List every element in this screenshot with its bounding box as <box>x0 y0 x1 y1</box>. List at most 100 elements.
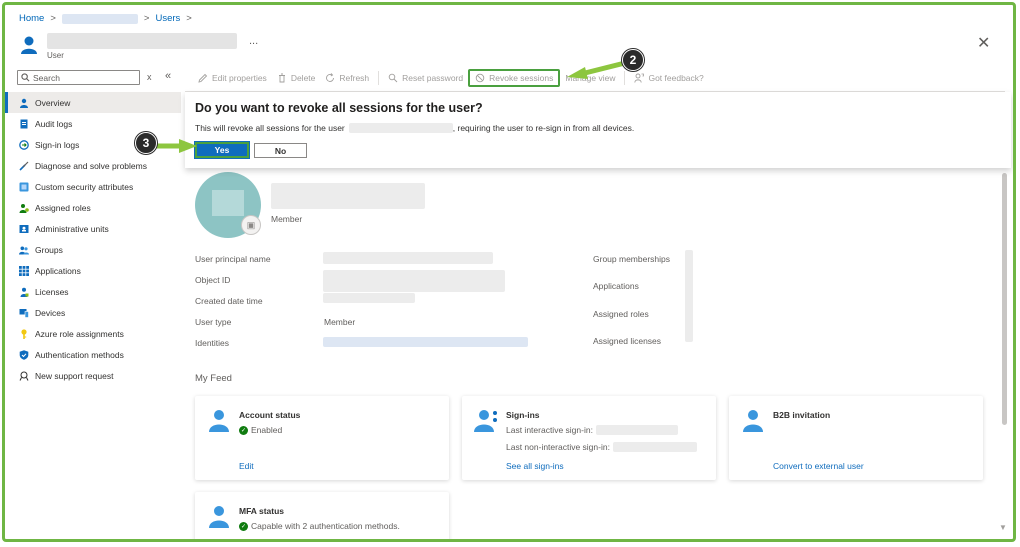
sidebar-item-label: Diagnose and solve problems <box>35 160 147 171</box>
breadcrumb-user-redacted[interactable] <box>61 13 138 24</box>
user-display-name-redacted <box>47 33 237 49</box>
camera-icon[interactable]: ▣ <box>241 215 261 235</box>
counts-redacted <box>685 250 693 342</box>
my-feed-title: My Feed <box>195 373 232 384</box>
sidebar-item-custom-security-attributes[interactable]: Custom security attributes <box>5 176 181 197</box>
breadcrumb-users[interactable]: Users <box>155 13 180 24</box>
feedback-label: Got feedback? <box>648 73 704 83</box>
dialog-message-suffix: , requiring the user to re-sign in from … <box>452 123 635 133</box>
screenshot-frame: Home > > Users > User ... ✕ Search x « O… <box>2 2 1016 542</box>
last-interactive-signin-redacted <box>595 425 678 435</box>
sidebar-item-overview[interactable]: Overview <box>5 92 181 113</box>
sidebar-item-audit-logs[interactable]: Audit logs <box>5 113 181 134</box>
sidebar-item-administrative-units[interactable]: Administrative units <box>5 218 181 239</box>
convert-external-user-link[interactable]: Convert to external user <box>773 461 864 471</box>
vertical-scrollbar[interactable] <box>1002 173 1007 425</box>
dialog-title: Do you want to revoke all sessions for t… <box>195 101 483 115</box>
sidebar-item-label: Applications <box>35 265 81 276</box>
step-badge-3: 3 <box>135 132 157 154</box>
sidebar-item-assigned-roles[interactable]: Assigned roles <box>5 197 181 218</box>
trash-icon <box>278 73 285 83</box>
sidebar-item-label: Groups <box>35 244 63 255</box>
applications-label: Applications <box>593 281 639 291</box>
reset-password-button[interactable]: Reset password <box>383 69 468 87</box>
search-input[interactable]: Search <box>17 70 140 85</box>
sidebar-item-licenses[interactable]: Licenses <box>5 281 181 302</box>
identities-label: Identities <box>195 338 230 348</box>
last-noninteractive-signin: Last non-interactive sign-in: <box>506 442 697 452</box>
block-icon <box>475 73 485 83</box>
sidebar-item-label: New support request <box>35 370 114 381</box>
roles-icon <box>19 203 29 213</box>
sidebar-item-label: Audit logs <box>35 118 73 129</box>
feedback-button[interactable]: Got feedback? <box>629 69 708 87</box>
sign-ins-title: Sign-ins <box>506 410 540 420</box>
mfa-status-line: ✓ Capable with 2 authentication methods. <box>239 521 400 531</box>
pencil-icon <box>198 73 208 83</box>
person-icon <box>743 410 763 432</box>
check-icon: ✓ <box>239 425 248 435</box>
sidebar-item-label: Administrative units <box>35 223 109 234</box>
command-bar: Edit properties Delete Refresh Reset pas… <box>193 69 709 87</box>
user-type-value: Member <box>324 317 356 327</box>
identities-value-redacted[interactable] <box>323 337 528 347</box>
sidebar-item-new-support-request[interactable]: New support request <box>5 365 181 386</box>
profile-user-type: Member <box>271 214 303 224</box>
admin-units-icon <box>19 224 29 233</box>
key-search-icon <box>388 73 398 83</box>
license-icon <box>20 287 29 297</box>
upn-value-redacted <box>323 252 493 264</box>
feedback-icon <box>634 73 645 83</box>
sidebar-item-applications[interactable]: Applications <box>5 260 181 281</box>
sidebar-item-label: Custom security attributes <box>35 181 134 192</box>
breadcrumb: Home > > Users > <box>19 13 192 24</box>
last-interactive-signin: Last interactive sign-in: <box>506 425 678 435</box>
devices-icon <box>19 308 29 318</box>
revoke-sessions-button[interactable]: Revoke sessions <box>468 69 561 87</box>
sidebar-item-authentication-methods[interactable]: Authentication methods <box>5 344 181 365</box>
dialog-message-prefix: This will revoke all sessions for the us… <box>195 123 345 133</box>
sidebar-item-diagnose[interactable]: Diagnose and solve problems <box>5 155 181 176</box>
no-button[interactable]: No <box>254 143 307 158</box>
person-icon <box>209 410 229 432</box>
support-icon <box>19 371 29 381</box>
clear-search-button[interactable]: x <box>147 72 152 82</box>
avatar-photo-placeholder <box>212 190 244 216</box>
revoke-sessions-label: Revoke sessions <box>489 73 554 83</box>
delete-button[interactable]: Delete <box>272 69 321 87</box>
attributes-icon <box>19 182 29 191</box>
sidebar-item-groups[interactable]: Groups <box>5 239 181 260</box>
delete-label: Delete <box>290 73 316 83</box>
more-options-button[interactable]: ... <box>249 35 258 47</box>
sidebar-item-label: Sign-in logs <box>35 139 80 150</box>
step-badge-2: 2 <box>622 49 644 71</box>
account-status-value: Enabled <box>251 425 283 435</box>
mfa-status-card: MFA status ✓ Capable with 2 authenticati… <box>195 492 449 539</box>
search-placeholder: Search <box>33 72 60 83</box>
scroll-down-arrow[interactable]: ▼ <box>999 523 1007 532</box>
edit-properties-button[interactable]: Edit properties <box>193 69 272 87</box>
page-subtitle: User <box>47 51 64 60</box>
wrench-icon <box>19 161 29 171</box>
audit-log-icon <box>20 119 28 128</box>
upn-label: User principal name <box>195 254 271 264</box>
collapse-sidebar-button[interactable]: « <box>165 70 171 82</box>
sidebar-item-devices[interactable]: Devices <box>5 302 181 323</box>
account-edit-link[interactable]: Edit <box>239 461 254 471</box>
sidebar-item-label: Overview <box>35 97 71 108</box>
breadcrumb-home[interactable]: Home <box>19 13 44 24</box>
shield-icon <box>19 349 29 360</box>
close-button[interactable]: ✕ <box>977 33 990 53</box>
see-all-signins-link[interactable]: See all sign-ins <box>506 461 564 471</box>
edit-properties-label: Edit properties <box>212 73 267 83</box>
groups-icon <box>19 246 29 254</box>
assigned-roles-label: Assigned roles <box>593 309 649 319</box>
refresh-button[interactable]: Refresh <box>320 69 374 87</box>
refresh-label: Refresh <box>339 73 370 83</box>
sidebar-item-azure-role-assignments[interactable]: Azure role assignments <box>5 323 181 344</box>
key-icon <box>21 328 27 339</box>
profile-name-redacted <box>271 183 425 209</box>
sign-in-icon <box>19 139 29 150</box>
search-icon <box>21 73 30 82</box>
yes-button[interactable]: Yes <box>194 141 250 159</box>
